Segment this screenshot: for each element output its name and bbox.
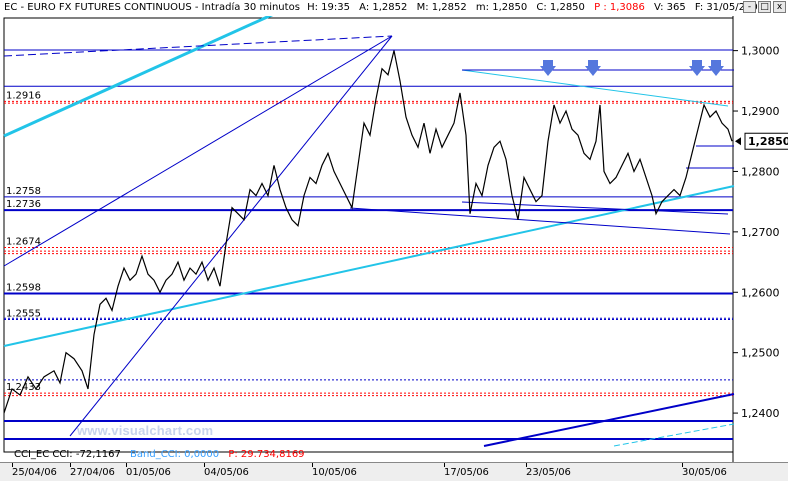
level-label: 1.2674 [6, 237, 41, 248]
y-tick-label: 1,2700 [741, 226, 780, 239]
band-label: Band_CCI: 0,0000 [130, 449, 220, 460]
p-label: P: 29.734,8169 [228, 449, 305, 460]
date-label: 10/05/06 [312, 467, 357, 478]
header-volume: V: 365 [654, 2, 686, 13]
price-chart[interactable]: 1,3000 1,2900 1,2800 1,2700 1,2600 1,2500 1,24… [0, 16, 788, 462]
date-label: 17/05/06 [444, 467, 489, 478]
header-max: M: 1,2852 [416, 2, 467, 13]
date-label: 04/05/06 [204, 467, 249, 478]
indicator-legend: CCI_EC CCI: -72,1167 Band_CCI: 0,0000 P:… [14, 449, 305, 460]
current-value-label: 1,2850 [748, 135, 788, 148]
date-label: 01/05/06 [126, 467, 171, 478]
y-tick-label: 1,2400 [741, 407, 780, 420]
level-label: 1.2736 [6, 199, 41, 210]
plot-area [3, 17, 734, 453]
level-label: 1.2555 [6, 308, 41, 319]
maximize-button[interactable]: □ [758, 1, 771, 13]
date-label: 30/05/06 [682, 467, 727, 478]
y-tick-label: 1,2900 [741, 105, 780, 118]
header-open: A: 1,2852 [359, 2, 408, 13]
date-label: 27/04/06 [70, 467, 115, 478]
y-tick-label: 1,2600 [741, 286, 780, 299]
level-label: 1.2598 [6, 282, 41, 293]
price-axis-area [734, 16, 788, 462]
window-controls: - □ x [743, 1, 786, 13]
date-label: 25/04/06 [12, 467, 57, 478]
y-tick-label: 1,3000 [741, 45, 780, 58]
minimize-button[interactable]: - [743, 1, 756, 13]
date-label: 23/05/06 [526, 467, 571, 478]
y-tick-label: 1,2500 [741, 347, 780, 360]
cci-label: CCI_EC CCI: -72,1167 [14, 449, 121, 460]
chart-header: EC - EURO FX FUTURES CONTINUOUS - Intrad… [0, 0, 788, 16]
header-time: H: 19:35 [307, 2, 350, 13]
header-min: m: 1,2850 [475, 2, 528, 13]
level-label: 1.2758 [6, 186, 41, 197]
level-label: 1.2916 [6, 90, 41, 101]
y-tick-label: 1,2800 [741, 165, 780, 178]
header-close: C: 1,2850 [536, 2, 585, 13]
date-axis: 25/04/06 27/04/06 01/05/06 04/05/06 10/05/06… [0, 462, 788, 481]
header-symbol: EC - EURO FX FUTURES CONTINUOUS - Intrad… [4, 2, 300, 13]
close-button[interactable]: x [773, 1, 786, 13]
header-p: P : 1,3086 [594, 2, 645, 13]
watermark: www.visualchart.com [77, 423, 214, 438]
